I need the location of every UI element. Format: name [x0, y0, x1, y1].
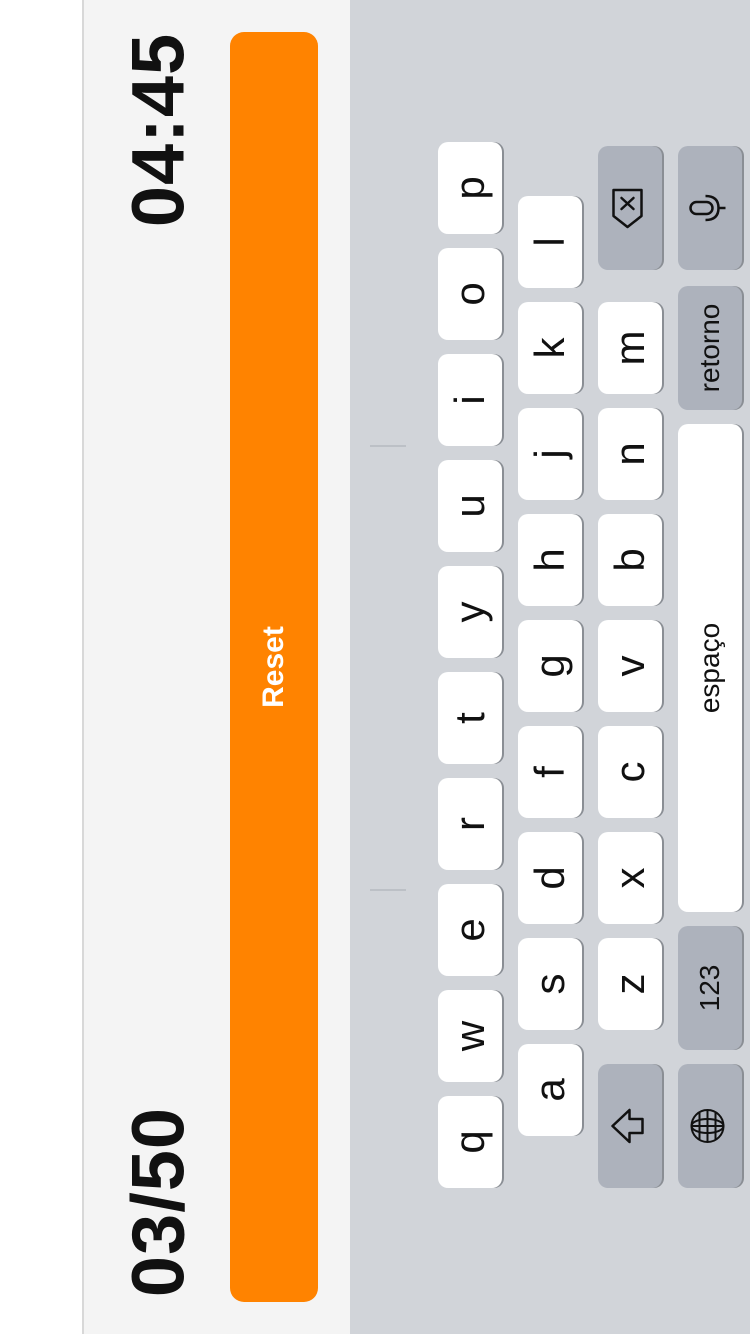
key-c[interactable]: c: [598, 726, 662, 818]
key-z[interactable]: z: [598, 938, 662, 1030]
question-counter: 03/50: [116, 1106, 200, 1298]
key-b[interactable]: b: [598, 514, 662, 606]
shift-key[interactable]: [598, 1064, 662, 1188]
globe-key[interactable]: [678, 1064, 742, 1188]
key-d[interactable]: d: [518, 832, 582, 924]
key-g[interactable]: g: [518, 620, 582, 712]
shift-icon: [608, 1106, 653, 1146]
key-i[interactable]: i: [438, 354, 502, 446]
space-key[interactable]: espaço: [678, 424, 742, 912]
key-t[interactable]: t: [438, 672, 502, 764]
prediction-separator: [370, 445, 406, 447]
key-u[interactable]: u: [438, 460, 502, 552]
key-k[interactable]: k: [518, 302, 582, 394]
key-x[interactable]: x: [598, 832, 662, 924]
key-v[interactable]: v: [598, 620, 662, 712]
numbers-key[interactable]: 123: [678, 926, 742, 1050]
key-s[interactable]: s: [518, 938, 582, 1030]
delete-icon: [611, 187, 650, 229]
key-j[interactable]: j: [518, 408, 582, 500]
key-r[interactable]: r: [438, 778, 502, 870]
key-m[interactable]: m: [598, 302, 662, 394]
reset-button-label: Reset: [257, 626, 290, 708]
key-h[interactable]: h: [518, 514, 582, 606]
return-key[interactable]: retorno: [678, 286, 742, 410]
key-w[interactable]: w: [438, 990, 502, 1082]
prediction-separator: [370, 889, 406, 891]
countdown-timer: 04:45: [116, 32, 200, 228]
key-q[interactable]: q: [438, 1096, 502, 1188]
key-o[interactable]: o: [438, 248, 502, 340]
key-y[interactable]: y: [438, 566, 502, 658]
left-margin: [0, 0, 82, 1334]
reset-button[interactable]: Reset: [230, 32, 318, 1302]
globe-icon: [688, 1106, 733, 1146]
key-n[interactable]: n: [598, 408, 662, 500]
key-p[interactable]: p: [438, 142, 502, 234]
microphone-icon: [688, 190, 733, 226]
key-f[interactable]: f: [518, 726, 582, 818]
key-e[interactable]: e: [438, 884, 502, 976]
microphone-key[interactable]: [678, 146, 742, 270]
key-l[interactable]: l: [518, 196, 582, 288]
delete-key[interactable]: [598, 146, 662, 270]
key-a[interactable]: a: [518, 1044, 582, 1136]
